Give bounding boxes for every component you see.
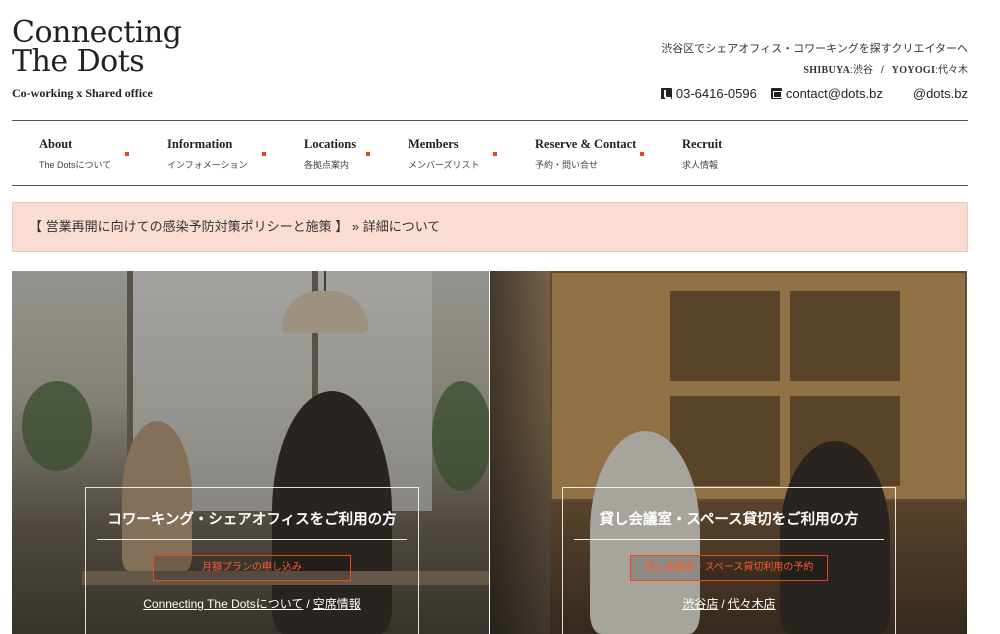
hero-coworking: コワーキング・シェアオフィスをご利用の方 月額プランの申し込み Connecti… [12, 271, 489, 634]
nav-label-ja: 予約・問い合せ [535, 160, 599, 170]
nav-label-ja: 各拠点案内 [304, 160, 350, 170]
link-separator: / [306, 597, 310, 611]
nav-label-ja: インフォメーション [167, 160, 248, 170]
site-logo[interactable]: Connecting The Dots Co-working x Shared … [12, 15, 182, 101]
logo-subtitle: Co-working x Shared office [12, 86, 153, 100]
main-nav: About The Dotsについて Information インフォメーション… [12, 120, 968, 186]
nav-item-members[interactable]: Members メンバーズリスト [408, 137, 480, 171]
cta-divider [97, 539, 407, 540]
cta-title: 貸し会議室・スペース貸切をご利用の方 [599, 512, 859, 528]
mail-icon [770, 88, 782, 99]
nav-item-reserve-contact[interactable]: Reserve & Contact 予約・問い合せ [535, 137, 636, 171]
shibuya-store-link[interactable]: 渋谷店 [682, 597, 718, 611]
cta-box-meeting-room: 貸し会議室・スペース貸切をご利用の方 貸し会議室・スペース貸切利用の予約 渋谷店… [562, 487, 896, 634]
nav-dot-icon [262, 152, 266, 156]
nav-item-recruit[interactable]: Recruit 求人情報 [682, 137, 722, 171]
reserve-room-button[interactable]: 貸し会議室・スペース貸切利用の予約 [630, 555, 828, 581]
nav-label-en: Reserve & Contact [535, 137, 637, 151]
area-separator: / [880, 65, 884, 76]
sns-link[interactable]: @dots.bz [913, 86, 968, 101]
nav-label-ja: The Dotsについて [39, 160, 112, 170]
cta-box-coworking: コワーキング・シェアオフィスをご利用の方 月額プランの申し込み Connecti… [85, 487, 419, 634]
nav-dot-icon [125, 152, 129, 156]
nav-item-locations[interactable]: Locations 各拠点案内 [304, 137, 356, 171]
contact-bar: 03-6416-0596 contact@dots.bz @dots.bz [660, 86, 968, 101]
phone-link[interactable]: 03-6416-0596 [660, 86, 757, 101]
cta-title: コワーキング・シェアオフィスをご利用の方 [107, 512, 397, 528]
logo-title-line1: Connecting [12, 15, 182, 50]
area-yoyogi-ja: :代々木 [935, 65, 968, 76]
area-shibuya-en: SHIBUYA [803, 65, 851, 76]
notice-text: 【 営業再開に向けての感染予防対策ポリシーと施策 】 [29, 219, 349, 234]
nav-label-en: About [39, 137, 73, 151]
link-separator: / [721, 597, 725, 611]
nav-label-en: Information [167, 137, 233, 151]
area-yoyogi-en: YOYOGI [891, 65, 936, 76]
phone-number: 03-6416-0596 [675, 86, 757, 101]
nav-item-about[interactable]: About The Dotsについて [39, 137, 111, 171]
notice-details-link[interactable]: » 詳細について [352, 219, 440, 234]
cta-divider [574, 539, 884, 540]
nav-label-en: Locations [304, 137, 357, 151]
nav-item-information[interactable]: Information インフォメーション [167, 137, 248, 171]
nav-dot-icon [640, 152, 644, 156]
sns-handle: @dots.bz [912, 86, 968, 101]
notice-banner[interactable]: 【 営業再開に向けての感染予防対策ポリシーと施策 】 » 詳細について [12, 202, 968, 252]
phone-icon [660, 88, 672, 99]
nav-label-ja: 求人情報 [682, 160, 719, 170]
nav-label-en: Members [408, 137, 459, 151]
cta-links: 渋谷店 / 代々木店 [563, 595, 895, 612]
area-shibuya-ja: :渋谷 [850, 65, 873, 76]
email-link[interactable]: contact@dots.bz [770, 86, 883, 101]
hero-meeting-room: 貸し会議室・スペース貸切をご利用の方 貸し会議室・スペース貸切利用の予約 渋谷店… [490, 271, 967, 634]
email-address: contact@dots.bz [785, 86, 883, 101]
nav-dot-icon [366, 152, 370, 156]
yoyogi-store-link[interactable]: 代々木店 [728, 597, 776, 611]
about-link[interactable]: Connecting The Dotsについて [143, 597, 303, 611]
logo-title-line2: The Dots [12, 44, 145, 79]
cta-links: Connecting The Dotsについて / 空席情報 [86, 595, 418, 612]
nav-label-ja: メンバーズリスト [408, 160, 480, 170]
monthly-plan-button[interactable]: 月額プランの申し込み [153, 555, 351, 581]
nav-label-en: Recruit [682, 137, 723, 151]
header-tagline: 渋谷区でシェアオフィス・コワーキングを探すクリエイターへ [661, 43, 968, 55]
header-info: 渋谷区でシェアオフィス・コワーキングを探すクリエイターへ SHIBUYA:渋谷 /… [661, 40, 968, 76]
nav-dot-icon [493, 152, 497, 156]
area-list: SHIBUYA:渋谷 / YOYOGI:代々木 [661, 61, 968, 76]
vacancy-link[interactable]: 空席情報 [313, 597, 361, 611]
